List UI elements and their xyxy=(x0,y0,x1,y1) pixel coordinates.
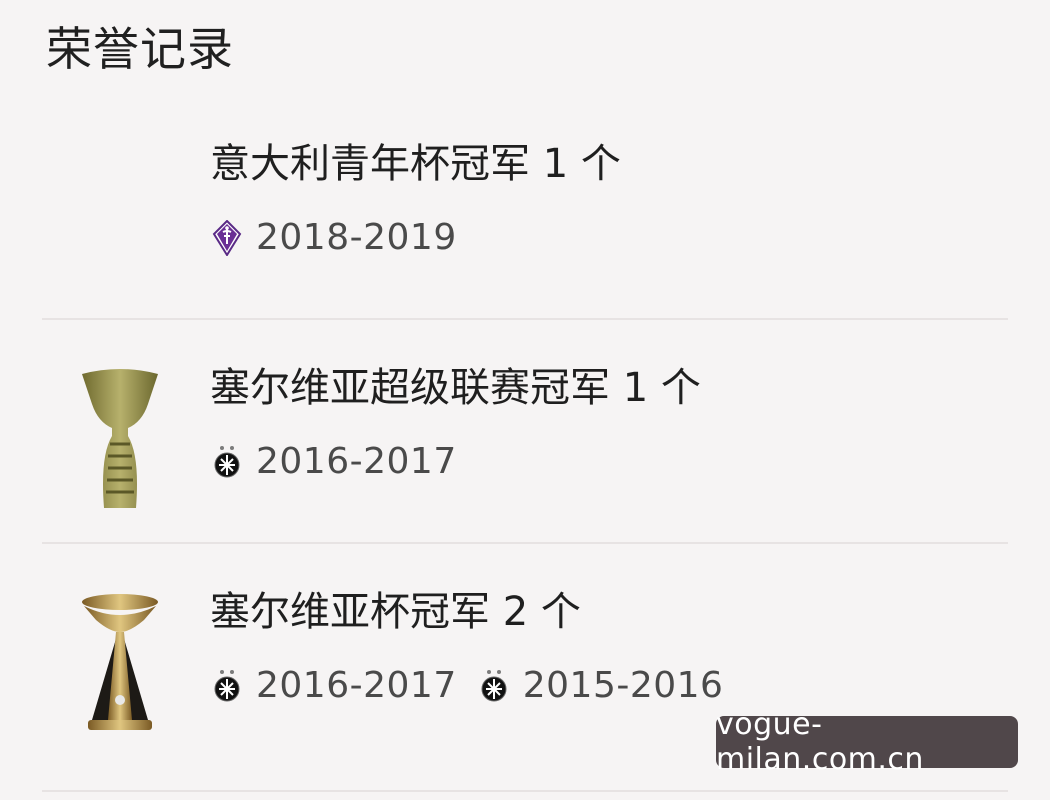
season-label: 2018-2019 xyxy=(256,217,457,258)
fiorentina-badge-icon xyxy=(212,219,242,257)
honor-title: 意大利青年杯冠军 1 个 xyxy=(210,141,621,187)
seasons-list: 2016-2017 2015-2016 xyxy=(212,668,723,704)
season-label: 2016-2017 xyxy=(256,441,457,482)
honor-item-italian-youth-cup[interactable]: 意大利青年杯冠军 1 个 2018-2019 xyxy=(42,100,1008,320)
serbian-superliga-trophy-icon xyxy=(70,364,170,514)
honor-title: 塞尔维亚杯冠军 2 个 xyxy=(210,589,581,635)
divider xyxy=(42,318,1008,320)
trophy-placeholder xyxy=(70,140,170,290)
honor-title: 塞尔维亚超级联赛冠军 1 个 xyxy=(210,365,701,411)
divider xyxy=(42,790,1008,792)
season-entry: 2016-2017 xyxy=(212,444,457,480)
season-entry: 2015-2016 xyxy=(479,668,724,704)
partizan-badge-icon xyxy=(212,668,242,704)
honors-page: 荣誉记录 意大利青年杯冠军 1 个 2018-2019 塞尔维亚超级联赛冠军 1… xyxy=(0,0,1050,800)
seasons-list: 2016-2017 xyxy=(212,444,457,480)
partizan-badge-icon xyxy=(212,444,242,480)
watermark-label: vogue-milan.com.cn xyxy=(716,707,1018,777)
seasons-list: 2018-2019 xyxy=(212,217,457,258)
divider xyxy=(42,542,1008,544)
season-entry: 2016-2017 xyxy=(212,668,457,704)
season-label: 2015-2016 xyxy=(522,665,724,706)
page-title: 荣誉记录 xyxy=(46,22,234,76)
honor-item-serbian-superliga[interactable]: 塞尔维亚超级联赛冠军 1 个 2016-2017 xyxy=(42,324,1008,544)
season-entry: 2018-2019 xyxy=(212,217,457,258)
serbian-cup-trophy-icon xyxy=(70,588,170,738)
partizan-badge-icon xyxy=(479,668,509,704)
season-label: 2016-2017 xyxy=(256,665,457,706)
